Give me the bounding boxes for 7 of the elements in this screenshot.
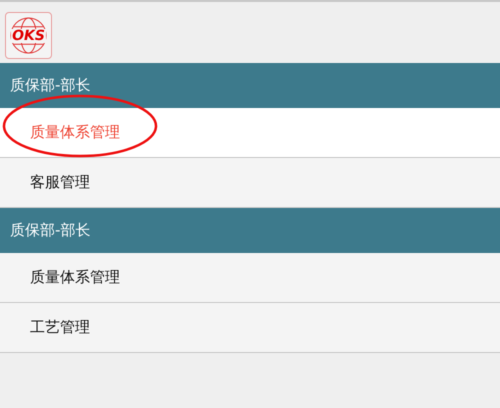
- menu-item[interactable]: 质量体系管理: [0, 108, 500, 158]
- logo-text: OKS: [11, 28, 46, 42]
- section-header: 质保部-部长: [0, 63, 500, 108]
- section-header: 质保部-部长: [0, 208, 500, 253]
- menu-item[interactable]: 质量体系管理: [0, 253, 500, 303]
- menu-item[interactable]: 工艺管理: [0, 303, 500, 353]
- menu-item[interactable]: 客服管理: [0, 158, 500, 208]
